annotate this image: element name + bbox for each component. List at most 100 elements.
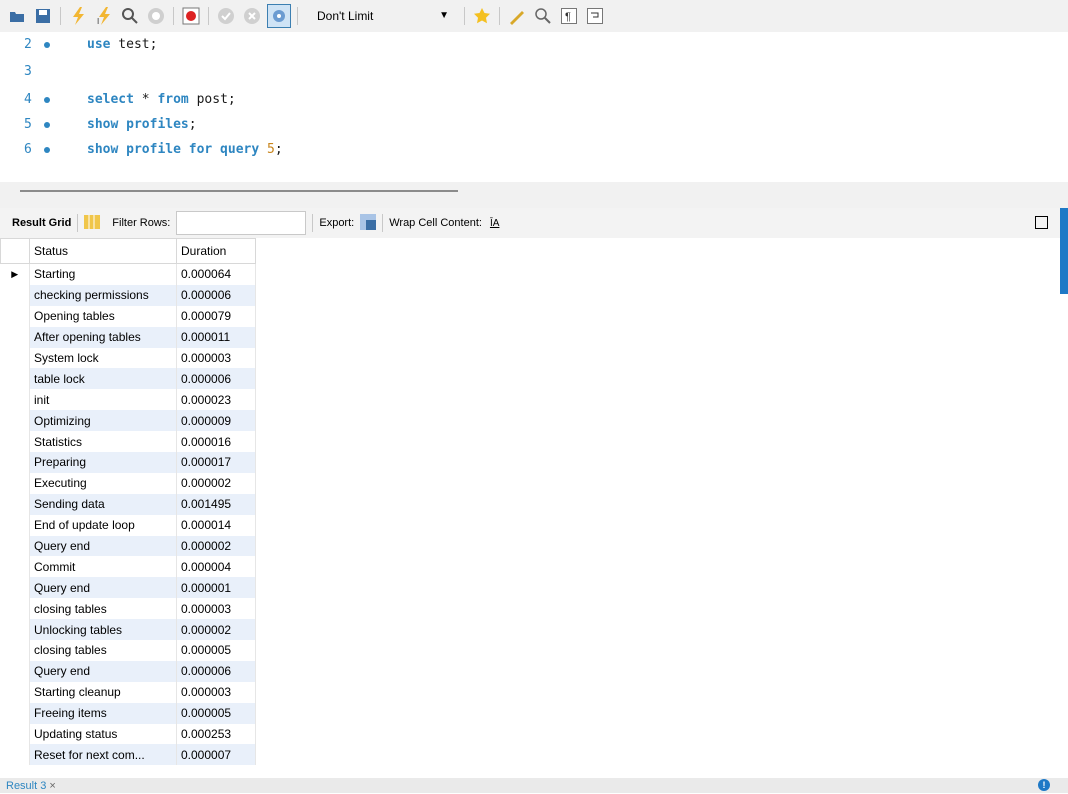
duration-cell[interactable]: 0.000064 [176, 263, 256, 285]
table-row[interactable]: Statistics 0.000016 [0, 431, 256, 453]
table-row[interactable]: Sending data 0.001495 [0, 493, 256, 515]
duration-cell[interactable]: 0.000253 [176, 723, 256, 745]
status-cell[interactable]: Opening tables [29, 305, 177, 327]
status-cell[interactable]: Query end [29, 535, 177, 557]
duration-cell[interactable]: 0.000009 [176, 410, 256, 432]
table-row[interactable]: checking permissions 0.000006 [0, 284, 256, 306]
status-cell[interactable]: End of update loop [29, 514, 177, 536]
row-header[interactable]: ▶ [0, 263, 30, 285]
limit-rows-select[interactable]: Don't Limit ▼ [306, 6, 456, 26]
wrap-cell-icon[interactable]: ĪA [490, 218, 499, 229]
save-icon[interactable] [32, 5, 54, 27]
table-row[interactable]: Executing 0.000002 [0, 472, 256, 494]
close-icon[interactable]: × [49, 780, 55, 792]
table-row[interactable]: Optimizing 0.000009 [0, 410, 256, 432]
execute-icon[interactable] [67, 5, 89, 27]
row-header[interactable] [0, 452, 30, 473]
table-row[interactable]: Query end 0.000002 [0, 535, 256, 557]
duration-cell[interactable]: 0.000007 [176, 744, 256, 766]
invisible-chars-icon[interactable]: ¶ [558, 5, 580, 27]
duration-cell[interactable]: 0.000014 [176, 514, 256, 536]
table-row[interactable]: Freeing items 0.000005 [0, 702, 256, 724]
table-row[interactable]: After opening tables 0.000011 [0, 326, 256, 348]
status-cell[interactable]: table lock [29, 368, 177, 390]
table-row[interactable]: Query end 0.000001 [0, 577, 256, 599]
table-row[interactable]: End of update loop 0.000014 [0, 514, 256, 536]
status-cell[interactable]: Optimizing [29, 410, 177, 432]
duration-cell[interactable]: 0.000011 [176, 326, 256, 348]
duration-cell[interactable]: 0.000017 [176, 452, 256, 473]
table-row[interactable]: closing tables 0.000005 [0, 640, 256, 661]
table-row[interactable]: Unlocking tables 0.000002 [0, 619, 256, 641]
bookmark-icon[interactable] [471, 5, 493, 27]
execute-current-icon[interactable]: I [93, 5, 115, 27]
duration-cell[interactable]: 0.000079 [176, 305, 256, 327]
rollback-icon[interactable] [241, 5, 263, 27]
status-cell[interactable]: Freeing items [29, 702, 177, 724]
duration-cell[interactable]: 0.000003 [176, 347, 256, 369]
row-header[interactable] [0, 347, 30, 369]
row-header[interactable] [0, 744, 30, 766]
status-cell[interactable]: System lock [29, 347, 177, 369]
duration-cell[interactable]: 0.001495 [176, 493, 256, 515]
duration-cell[interactable]: 0.000023 [176, 389, 256, 411]
status-cell[interactable]: Commit [29, 556, 177, 578]
autocommit-icon[interactable] [267, 4, 291, 28]
row-header[interactable] [0, 514, 30, 536]
row-header[interactable] [0, 702, 30, 724]
horizontal-scrollbar[interactable] [20, 190, 458, 192]
duration-cell[interactable]: 0.000001 [176, 577, 256, 599]
grid-form-icon[interactable] [84, 214, 101, 232]
filter-rows-input[interactable] [176, 211, 307, 235]
table-row[interactable]: Commit 0.000004 [0, 556, 256, 578]
row-header[interactable] [0, 660, 30, 682]
duration-cell[interactable]: 0.000005 [176, 702, 256, 724]
column-header-duration[interactable]: Duration [176, 238, 256, 264]
row-header[interactable] [0, 472, 30, 494]
tab-result-3[interactable]: Result 3 × [0, 778, 98, 793]
wrap-icon[interactable] [584, 5, 606, 27]
duration-cell[interactable]: 0.000002 [176, 619, 256, 641]
row-header[interactable] [0, 410, 30, 432]
beautify-icon[interactable] [506, 5, 528, 27]
duration-cell[interactable]: 0.000006 [176, 368, 256, 390]
status-cell[interactable]: closing tables [29, 640, 177, 661]
sql-editor[interactable]: 2 use test; 3 4 select * from post; 5 sh… [0, 32, 1068, 182]
result-grid-button[interactable]: Result Grid [12, 217, 71, 229]
status-cell[interactable]: Statistics [29, 431, 177, 453]
row-header[interactable] [0, 326, 30, 348]
status-cell[interactable]: closing tables [29, 598, 177, 620]
status-cell[interactable]: init [29, 389, 177, 411]
table-row[interactable]: Query end 0.000006 [0, 660, 256, 682]
status-cell[interactable]: Updating status [29, 723, 177, 745]
status-cell[interactable]: checking permissions [29, 284, 177, 306]
table-row[interactable]: Starting cleanup 0.000003 [0, 681, 256, 703]
status-cell[interactable]: Query end [29, 660, 177, 682]
duration-cell[interactable]: 0.000003 [176, 598, 256, 620]
status-cell[interactable]: Starting [29, 263, 177, 285]
duration-cell[interactable]: 0.000004 [176, 556, 256, 578]
duration-cell[interactable]: 0.000002 [176, 535, 256, 557]
folder-open-icon[interactable] [6, 5, 28, 27]
status-cell[interactable]: Executing [29, 472, 177, 494]
table-row[interactable]: table lock 0.000006 [0, 368, 256, 390]
row-header[interactable] [0, 493, 30, 515]
info-icon[interactable]: ! [1038, 779, 1050, 791]
duration-cell[interactable]: 0.000005 [176, 640, 256, 661]
status-cell[interactable]: Sending data [29, 493, 177, 515]
table-row[interactable]: Opening tables 0.000079 [0, 305, 256, 327]
status-cell[interactable]: Starting cleanup [29, 681, 177, 703]
status-cell[interactable]: Reset for next com... [29, 744, 177, 766]
row-header[interactable] [0, 431, 30, 453]
table-row[interactable]: System lock 0.000003 [0, 347, 256, 369]
table-row[interactable]: Preparing 0.000017 [0, 452, 256, 473]
row-header[interactable] [0, 284, 30, 306]
find-icon[interactable] [532, 5, 554, 27]
panel-toggle-icon[interactable] [1035, 216, 1048, 229]
row-header[interactable] [0, 723, 30, 745]
status-cell[interactable]: Unlocking tables [29, 619, 177, 641]
duration-cell[interactable]: 0.000016 [176, 431, 256, 453]
table-row[interactable]: init 0.000023 [0, 389, 256, 411]
duration-cell[interactable]: 0.000003 [176, 681, 256, 703]
stop-icon[interactable] [145, 5, 167, 27]
